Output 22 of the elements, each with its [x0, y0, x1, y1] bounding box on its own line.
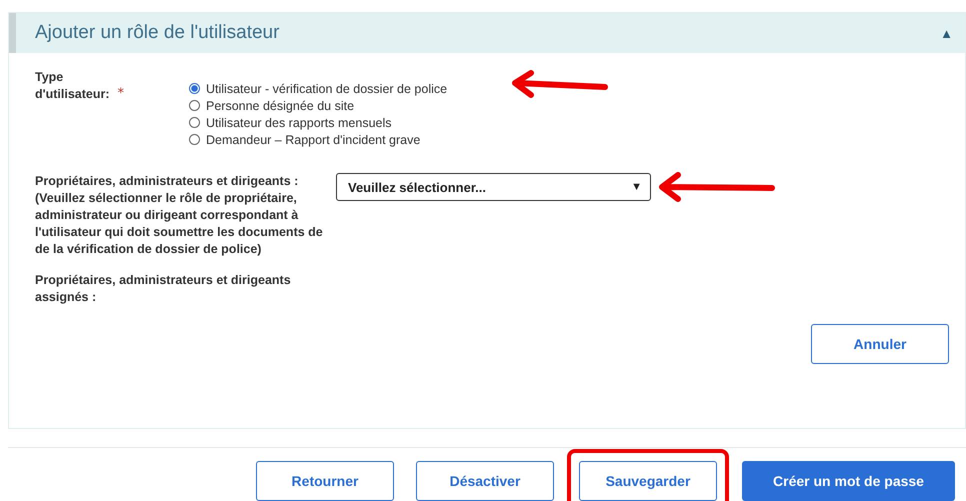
radio-button[interactable]	[189, 83, 200, 94]
field-label: Propriétaires, administrateurs et dirigeants assignés :	[35, 272, 292, 306]
footer-button[interactable]: Sauvegarder	[579, 461, 717, 501]
footer-button[interactable]: Désactiver	[416, 461, 554, 501]
required-mark: *	[118, 86, 124, 103]
cancel-button[interactable]: Annuler	[811, 324, 949, 364]
radio-label[interactable]: Utilisateur des rapports mensuels	[206, 116, 392, 130]
radio-label[interactable]: Demandeur – Rapport d'incident grave	[206, 132, 420, 146]
radio-label[interactable]: Personne désignée du site	[206, 98, 354, 112]
radio-button[interactable]	[189, 117, 200, 128]
radio-button[interactable]	[189, 100, 200, 111]
field-label: d'utilisateur:	[35, 86, 110, 103]
owner-select[interactable]: Veuillez sélectionner... ▼	[336, 173, 651, 201]
field-label: Type	[35, 69, 64, 86]
panel-title: Ajouter un rôle de l'utilisateur	[35, 22, 280, 44]
field-hint: (Veuillez sélectionner le rôle de propriétaire, administrateur ou dirigeant correspondant à l'utilisateur qui doit soumettre les documents de de la vérification de dossier de police)	[35, 190, 324, 258]
footer-button[interactable]: Créer un mot de passe	[742, 461, 955, 501]
radio-button[interactable]	[189, 134, 200, 145]
radio-label[interactable]: Utilisateur - vérification de dossier de police	[206, 82, 448, 96]
footer-button[interactable]: Retourner	[256, 461, 394, 501]
field-label: Propriétaires, administrateurs et dirigeants :	[35, 173, 300, 190]
collapse-button[interactable]: ▲	[940, 26, 953, 40]
